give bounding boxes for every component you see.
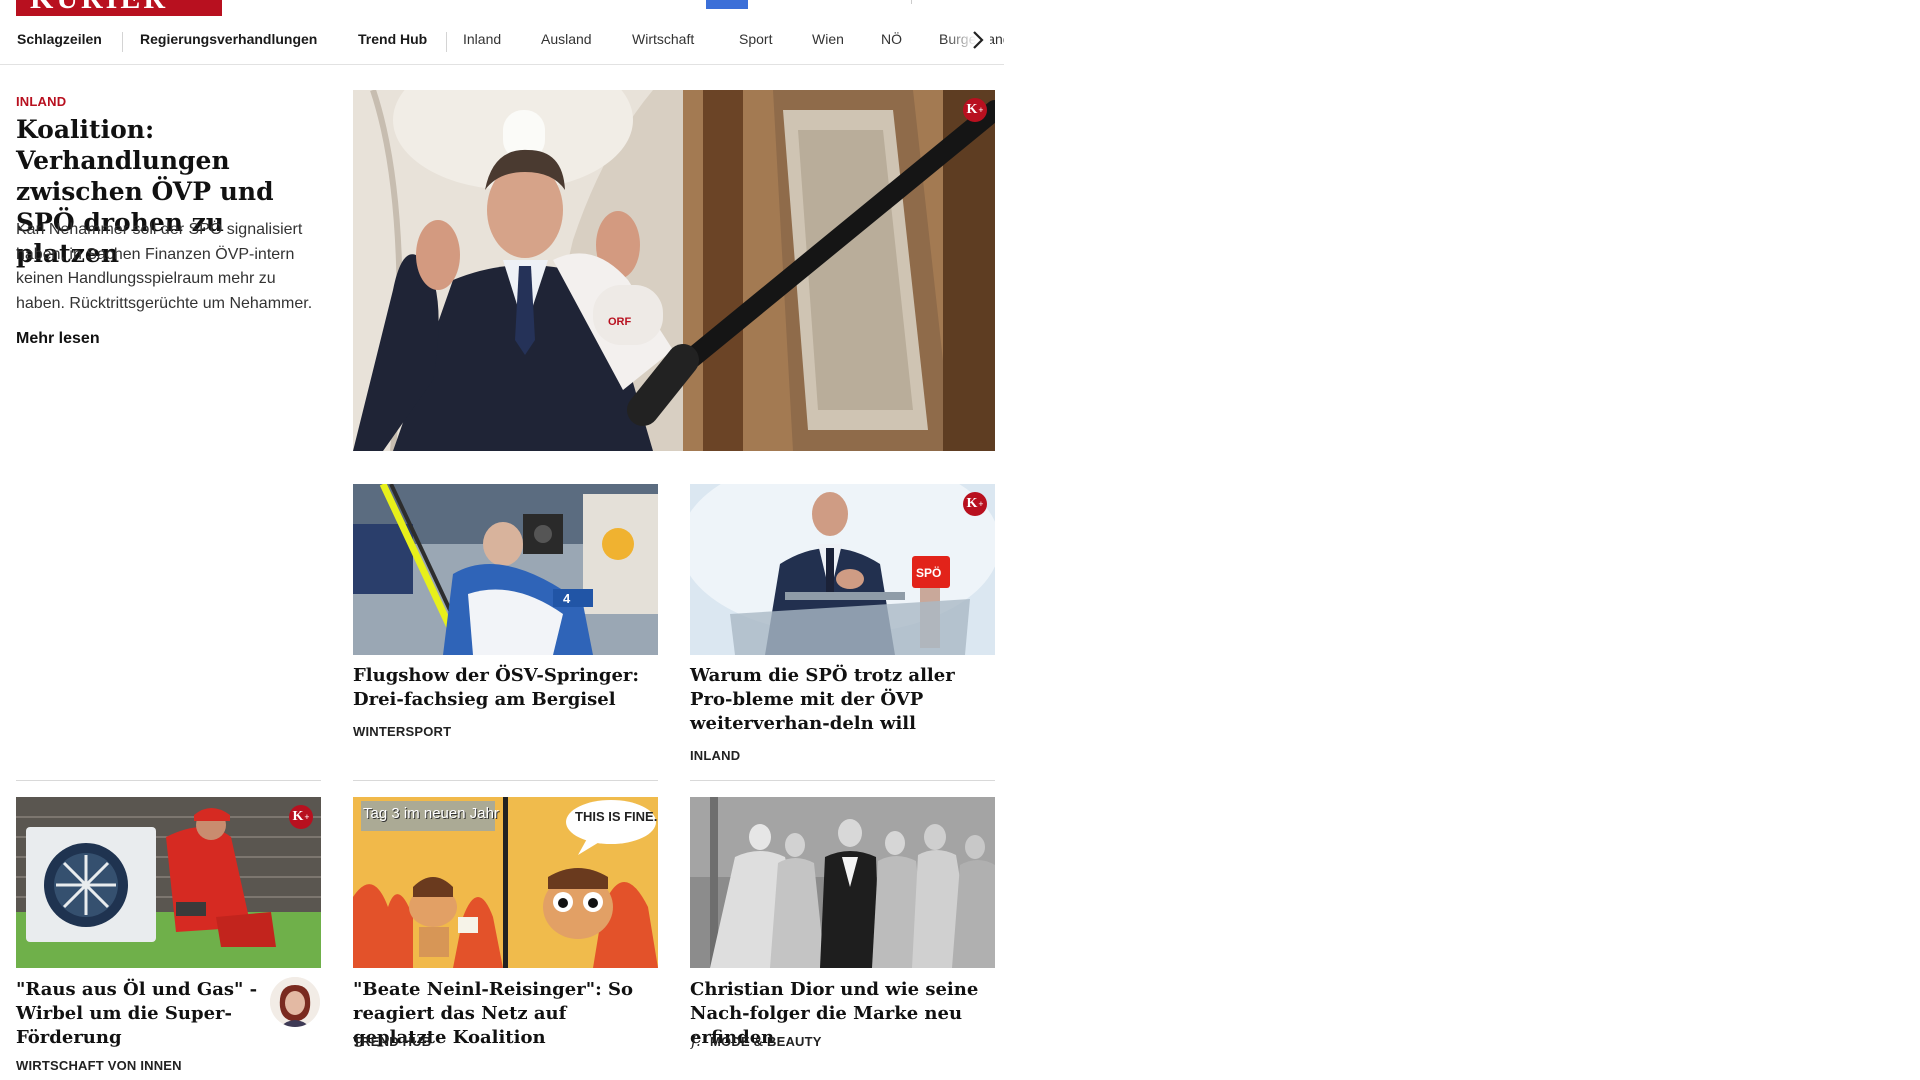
meme-right-caption: THIS IS FINE.: [575, 809, 658, 824]
card-image-heatpump[interactable]: K +: [16, 797, 321, 968]
card-category-wirtschaft[interactable]: Wirtschaft von innen: [16, 1058, 182, 1073]
card-category-trend-hub[interactable]: Trend Hub: [353, 1034, 431, 1049]
svg-text:ORF: ORF: [608, 316, 632, 328]
meme-left-caption: Tag 3 im neuen Jahr: [363, 805, 499, 822]
nav-separator: [122, 32, 123, 52]
card-divider: [16, 780, 321, 781]
nav-item-inland[interactable]: Inland: [463, 31, 501, 47]
card-category-mode-beauty[interactable]: Mode & Beauty: [710, 1034, 822, 1049]
svg-text:4: 4: [563, 591, 571, 606]
nav-item-ausland[interactable]: Ausland: [541, 31, 592, 47]
lead-teaser: Karl Nehammer soll der SPÖ signalisiert …: [16, 221, 313, 312]
card-category-wintersport[interactable]: Wintersport: [353, 724, 451, 739]
politician-photo: ORF: [353, 90, 995, 451]
premium-badge-icon: K +: [963, 492, 987, 516]
spoe-speaker-photo: SPÖ: [690, 484, 995, 655]
nav-item-sport[interactable]: Sport: [739, 31, 772, 47]
nav-item-noe[interactable]: NÖ: [881, 31, 902, 47]
ski-jump-photo: 4: [353, 484, 658, 655]
author-avatar[interactable]: [270, 977, 320, 1027]
nav-item-wirtschaft[interactable]: Wirtschaft: [632, 31, 694, 47]
card-image-meme[interactable]: Tag 3 im neuen Jahr THIS IS FINE.: [353, 797, 658, 968]
card-title-skijump[interactable]: Flugshow der ÖSV-Springer: Drei-fachsieg…: [353, 664, 658, 712]
card-divider: [353, 780, 658, 781]
kurier-logo[interactable]: KURIER: [16, 0, 222, 16]
card-title-spoe[interactable]: Warum die SPÖ trotz aller Pro-bleme mit …: [690, 664, 995, 736]
section-nav: Schlagzeilen Regierungsverhandlungen Tre…: [0, 22, 1004, 65]
header-blue-button[interactable]: [706, 0, 748, 9]
premium-badge-icon: K +: [289, 805, 313, 829]
card-image-dior[interactable]: [690, 797, 995, 968]
card-category-inland[interactable]: Inland: [690, 748, 740, 763]
read-more-link[interactable]: Mehr lesen: [16, 330, 100, 348]
nav-item-trend-hub[interactable]: Trend Hub: [358, 31, 427, 47]
author-portrait: [270, 977, 320, 1027]
card-image-spoe[interactable]: SPÖ K +: [690, 484, 995, 655]
freizeit-logo-icon: f.: [691, 1032, 701, 1050]
nav-item-regierungsverhandlungen[interactable]: Regierungsverhandlungen: [140, 31, 317, 47]
card-image-ski-jumpers[interactable]: 4: [353, 484, 658, 655]
heat-pump-photo: [16, 797, 321, 968]
nav-item-schlagzeilen[interactable]: Schlagzeilen: [17, 31, 102, 47]
nav-item-wien[interactable]: Wien: [812, 31, 844, 47]
card-divider: [690, 780, 995, 781]
svg-text:SPÖ: SPÖ: [916, 565, 941, 580]
chevron-right-icon[interactable]: [970, 28, 986, 52]
premium-badge-icon: K +: [963, 98, 987, 122]
card-title-heatpump[interactable]: "Raus aus Öl und Gas" - Wirbel um die Su…: [16, 978, 266, 1050]
header-divider: [911, 0, 912, 4]
dior-historic-photo: [690, 797, 995, 968]
lead-image[interactable]: ORF K +: [353, 90, 995, 451]
nav-separator: [446, 32, 447, 52]
lead-kicker[interactable]: Inland: [16, 94, 66, 109]
